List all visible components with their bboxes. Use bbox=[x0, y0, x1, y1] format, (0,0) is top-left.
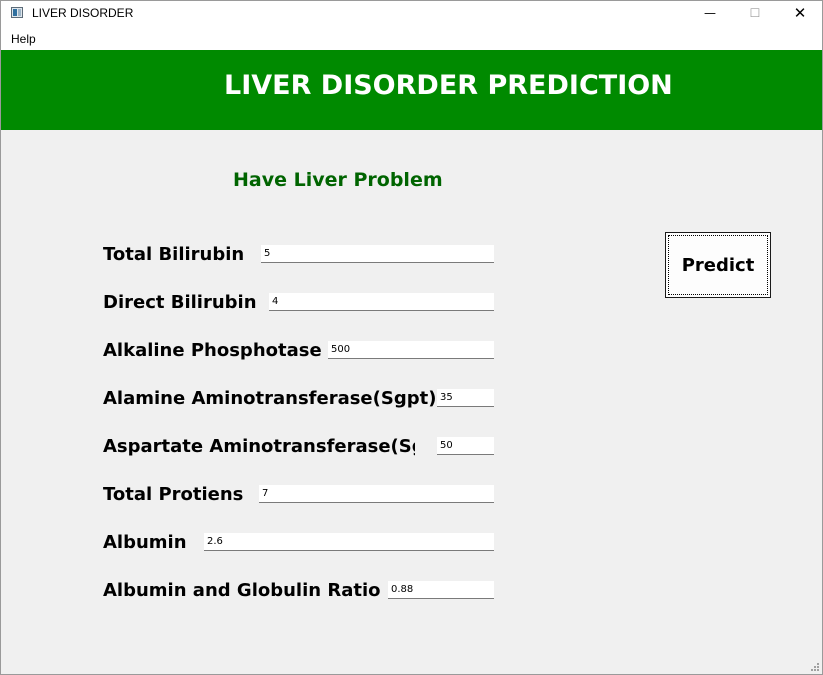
albumin-input[interactable] bbox=[204, 533, 494, 551]
sgpt-label: Alamine Aminotransferase(Sgpt) bbox=[103, 388, 437, 409]
menu-item-help[interactable]: Help bbox=[11, 32, 36, 46]
page-title: LIVER DISORDER PREDICTION bbox=[224, 70, 673, 101]
menu-bar: Help bbox=[1, 26, 822, 50]
direct-bilirubin-input[interactable] bbox=[269, 293, 494, 311]
predict-button[interactable]: Predict bbox=[665, 232, 771, 298]
ag-ratio-input[interactable] bbox=[388, 581, 494, 599]
total-bilirubin-label: Total Bilirubin bbox=[103, 244, 245, 265]
app-window: LIVER DISORDER — ☐ ✕ Help LIVER DISORDER… bbox=[0, 0, 823, 675]
total-protiens-input[interactable] bbox=[259, 485, 494, 503]
window-title: LIVER DISORDER bbox=[32, 6, 134, 20]
direct-bilirubin-label: Direct Bilirubin bbox=[103, 292, 257, 313]
ag-ratio-label: Albumin and Globulin Ratio bbox=[103, 580, 381, 601]
minimize-button[interactable]: — bbox=[687, 1, 733, 26]
total-protiens-label: Total Protiens bbox=[103, 484, 244, 505]
albumin-label: Albumin bbox=[103, 532, 187, 553]
sgpt-input[interactable] bbox=[437, 389, 494, 407]
prediction-result: Have Liver Problem bbox=[233, 169, 443, 191]
alkaline-phosphotase-input[interactable] bbox=[328, 341, 494, 359]
alkaline-phosphotase-label: Alkaline Phosphotase bbox=[103, 340, 322, 361]
sgot-label: Aspartate Aminotransferase(Sgot) bbox=[103, 436, 415, 457]
maximize-button[interactable]: ☐ bbox=[732, 1, 778, 26]
header-banner: LIVER DISORDER PREDICTION bbox=[1, 50, 822, 130]
app-window-icon bbox=[11, 7, 23, 18]
total-bilirubin-input[interactable] bbox=[261, 245, 494, 263]
close-button[interactable]: ✕ bbox=[777, 1, 822, 26]
sgot-input[interactable] bbox=[437, 437, 494, 455]
resize-grip[interactable] bbox=[811, 663, 819, 671]
title-bar: LIVER DISORDER — ☐ ✕ bbox=[1, 1, 822, 26]
